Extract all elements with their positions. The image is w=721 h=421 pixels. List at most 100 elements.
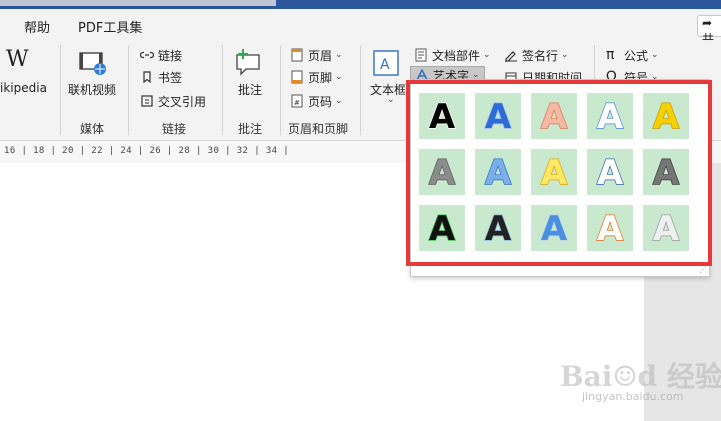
wikipedia-button[interactable]: W ikipedia: [0, 47, 52, 99]
comment-icon: [236, 49, 260, 76]
separator: [280, 45, 281, 135]
group-label-comments: 批注: [238, 122, 263, 136]
wordart-letter-icon: A: [428, 208, 456, 248]
header-label: 页眉: [308, 48, 333, 63]
link-button[interactable]: 链接: [140, 45, 182, 65]
tab-pdf-tools[interactable]: PDF工具集: [78, 17, 142, 36]
share-button[interactable]: ➦共: [697, 15, 721, 46]
ruler-numbers: 16 | 18 | 20 | 22 | 24 | 26 | 28 | 30 | …: [4, 146, 290, 156]
wordart-style-tile[interactable]: A: [531, 149, 577, 195]
wordart-letter-icon: A: [596, 152, 624, 192]
link-label: 链接: [158, 48, 183, 63]
page-number-label: 页码: [308, 94, 333, 109]
wordart-style-tile[interactable]: A: [587, 93, 633, 139]
svg-text:A: A: [429, 97, 456, 136]
signature-line-button[interactable]: 签名行 ⌄: [504, 45, 569, 65]
group-label-links: 链接: [162, 122, 187, 136]
chevron-down-icon: ⌄: [483, 50, 491, 60]
svg-text:A: A: [597, 153, 624, 192]
svg-text:A: A: [429, 209, 456, 248]
wordart-style-tile[interactable]: A: [643, 93, 689, 139]
separator: [222, 45, 223, 135]
bookmark-button[interactable]: 书签: [140, 67, 182, 87]
group-label-header-footer: 页眉和页脚: [288, 122, 349, 136]
svg-text:A: A: [653, 153, 680, 192]
cross-reference-button[interactable]: 交叉引用: [140, 91, 206, 111]
signature-line-label: 签名行: [522, 48, 559, 63]
signature-icon: [505, 51, 517, 62]
wordart-style-tile[interactable]: A: [475, 205, 521, 251]
wordart-style-tile[interactable]: A: [531, 93, 577, 139]
title-bar-tab-area: [0, 0, 276, 6]
wordart-letter-icon: A: [540, 152, 568, 192]
tab-help[interactable]: 帮助: [24, 17, 50, 36]
online-video-label: 联机视频: [68, 83, 117, 97]
video-icon: [79, 52, 106, 75]
bookmark-icon: [143, 71, 151, 84]
page-number-icon: #: [291, 94, 303, 108]
wordart-letter-icon: A: [596, 208, 624, 248]
bookmark-label: 书签: [158, 70, 183, 85]
wordart-letter-icon: A: [484, 96, 512, 136]
wordart-letter-icon: A: [484, 208, 512, 248]
wordart-style-tile[interactable]: A: [475, 149, 521, 195]
wordart-style-tile[interactable]: A: [419, 149, 465, 195]
wordart-letter-icon: A: [652, 152, 680, 192]
wordart-letter-icon: A: [540, 96, 568, 136]
quick-parts-icon: [415, 48, 427, 62]
cross-reference-label: 交叉引用: [158, 94, 207, 109]
wordart-style-tile[interactable]: A: [587, 205, 633, 251]
online-video-button[interactable]: 联机视频: [66, 47, 122, 99]
wordart-letter-icon: A: [484, 152, 512, 192]
svg-text:A: A: [485, 209, 512, 248]
quick-parts-label: 文档部件: [432, 48, 481, 63]
footer-button[interactable]: 页脚 ⌄: [290, 67, 343, 87]
cross-reference-icon: [141, 95, 153, 107]
group-label-media: 媒体: [80, 122, 105, 136]
svg-text:A: A: [541, 209, 568, 248]
quick-parts-button[interactable]: 文档部件 ⌄: [414, 45, 491, 65]
header-button[interactable]: 页眉 ⌄: [290, 45, 343, 65]
header-icon: [291, 48, 303, 62]
chevron-down-icon: ⌄: [651, 50, 659, 60]
page-number-button[interactable]: # 页码 ⌄: [290, 91, 343, 111]
title-bar: [0, 0, 721, 9]
separator: [360, 45, 361, 135]
wordart-letter-icon: A: [540, 208, 568, 248]
svg-text:A: A: [653, 209, 680, 248]
separator: [128, 45, 129, 135]
baidu-watermark: Bai☺d 经验: [560, 360, 721, 393]
comment-label: 批注: [238, 83, 263, 97]
chevron-down-icon: ⌄: [561, 50, 569, 60]
wordart-style-tile[interactable]: A: [419, 205, 465, 251]
equation-button[interactable]: π 公式 ⌄: [606, 45, 659, 65]
wordart-letter-icon: A: [428, 96, 456, 136]
wordart-style-tile[interactable]: A: [531, 205, 577, 251]
link-icon: [140, 51, 154, 59]
svg-text:A: A: [541, 97, 568, 136]
wordart-letter-icon: A: [652, 208, 680, 248]
wordart-style-tile[interactable]: A: [475, 93, 521, 139]
text-box-button[interactable]: A 文本框 ⌄: [368, 47, 408, 111]
svg-text:A: A: [485, 97, 512, 136]
chevron-down-icon: ⌄: [335, 72, 343, 82]
footer-label: 页脚: [308, 70, 333, 85]
svg-text:A: A: [429, 153, 456, 192]
wordart-gallery: ⋰ AAAAAAAAAAAAAAA: [410, 79, 710, 277]
text-box-icon: A: [373, 50, 399, 76]
svg-text:A: A: [485, 153, 512, 192]
wordart-style-tile[interactable]: A: [643, 205, 689, 251]
footer-icon: [291, 70, 303, 84]
wordart-style-tile[interactable]: A: [419, 93, 465, 139]
svg-text:#: #: [294, 99, 300, 107]
svg-text:A: A: [653, 97, 680, 136]
pi-icon: π: [606, 47, 615, 63]
separator: [60, 45, 61, 135]
wordart-style-tile[interactable]: A: [643, 149, 689, 195]
svg-text:A: A: [597, 97, 624, 136]
chevron-down-icon: ⌄: [335, 50, 343, 60]
resize-grip-icon[interactable]: ⋰: [699, 266, 707, 274]
wordart-style-tile[interactable]: A: [587, 149, 633, 195]
wordart-letter-icon: A: [596, 96, 624, 136]
comment-button[interactable]: 批注: [230, 47, 270, 99]
